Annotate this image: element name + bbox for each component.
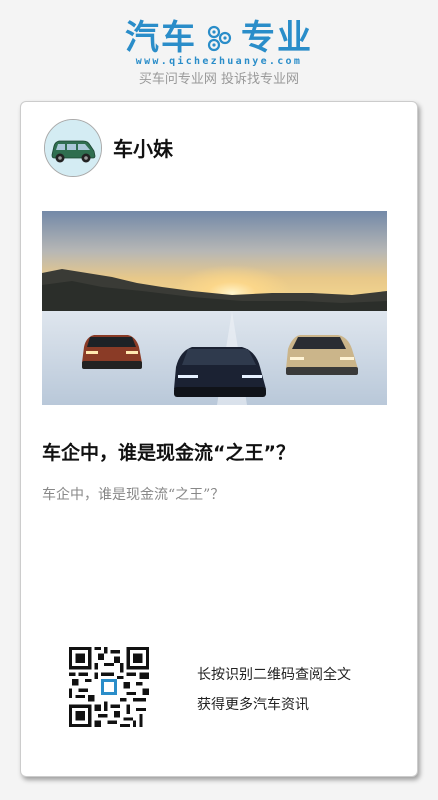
site-url: www.qichezhuanye.com [135, 56, 303, 67]
qr-code[interactable] [69, 647, 149, 727]
hero-image [42, 211, 387, 405]
car-avatar-icon [45, 120, 101, 176]
article-title[interactable]: 车企中，谁是现金流“之王”？ [42, 438, 295, 465]
qr-code-icon [69, 647, 149, 727]
cta-scan-text: 长按识别二维码查阅全文 [197, 667, 351, 683]
car-center [174, 347, 266, 397]
site-slogan: 买车问专业网 投诉找专业网 [138, 72, 300, 87]
avatar[interactable] [44, 119, 102, 177]
cta-more-text: 获得更多汽车资讯 [197, 697, 309, 713]
site-logo: 汽车 专业 www.qichezhuanye.com 买车问专业网 投诉找专业网 [0, 18, 438, 87]
author-name[interactable]: 车小妹 [113, 133, 173, 162]
article-summary: 车企中，谁是现金流“之王”？ [42, 487, 225, 503]
car-right [286, 335, 358, 375]
logo-text-left: 汽车 [125, 18, 197, 58]
gear-icon [207, 25, 232, 52]
logo-text-right: 专业 [241, 18, 313, 58]
cars-on-snow-photo [42, 211, 387, 405]
article-card[interactable]: 车小妹 车企中，谁是现金流“之王”？ 车企中，谁是现金流“之王”？ 长按识别二维… [20, 101, 418, 777]
car-left [82, 335, 142, 369]
logo-main: 汽车 专业 [0, 18, 438, 58]
